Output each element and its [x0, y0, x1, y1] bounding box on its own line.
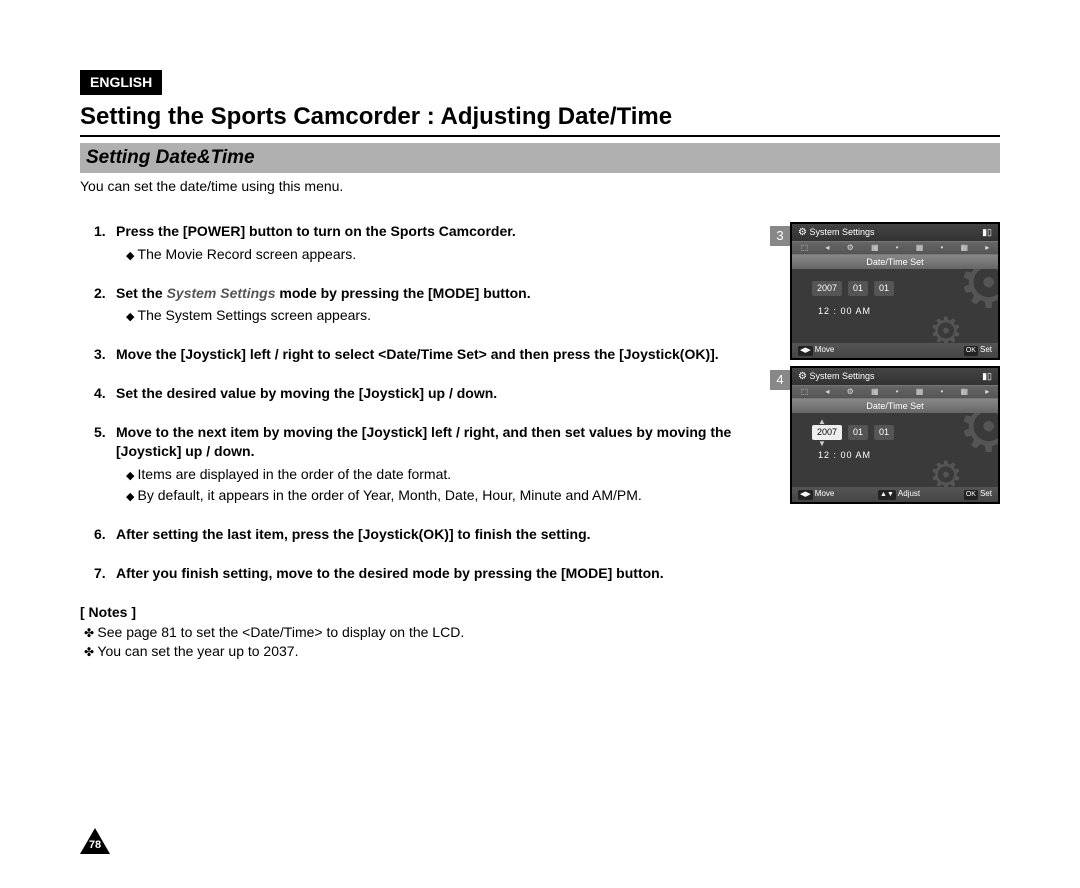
step-1: Press the [POWER] button to turn on the …	[98, 222, 758, 264]
time-value: 12 : 00 AM	[818, 305, 871, 317]
page-title: Setting the Sports Camcorder : Adjusting…	[80, 101, 1000, 137]
day-value: 01	[874, 425, 894, 439]
gears-bg-icon-2: ⚙	[929, 451, 963, 487]
step-4: Set the desired value by moving the [Joy…	[98, 384, 758, 403]
mode-icon-bar: ⬚◂⚙▦•▦•▦▸	[792, 385, 998, 399]
gear-icon: ⚙	[798, 371, 807, 382]
screenshot-4: ⚙ System Settings ▮▯ ⬚◂⚙▦•▦•▦▸ Date/Time…	[790, 366, 1000, 504]
section-label: Date/Time Set	[792, 255, 998, 269]
step-6: After setting the last item, press the […	[98, 525, 758, 544]
intro-text: You can set the date/time using this men…	[80, 177, 1000, 196]
gears-bg-icon: ⚙	[957, 269, 998, 308]
year-value: 2007	[812, 281, 842, 295]
step-2: Set the System Settings mode by pressing…	[98, 284, 758, 326]
steps-list: Press the [POWER] button to turn on the …	[80, 222, 758, 583]
page-number-badge: 78	[80, 828, 110, 854]
note-1: See page 81 to set the <Date/Time> to di…	[84, 623, 758, 642]
step-5-sub-1: Items are displayed in the order of the …	[126, 465, 758, 484]
step-2-sub: The System Settings screen appears.	[126, 306, 758, 325]
language-badge: ENGLISH	[80, 70, 162, 95]
battery-icon: ▮▯	[982, 370, 992, 382]
screenshot-3: ⚙ System Settings ▮▯ ⬚◂⚙▦•▦•▦▸ Date/Time…	[790, 222, 1000, 360]
notes-list: See page 81 to set the <Date/Time> to di…	[80, 623, 758, 661]
battery-icon: ▮▯	[982, 226, 992, 238]
step-3: Move the [Joystick] left / right to sele…	[98, 345, 758, 364]
gear-icon: ⚙	[798, 227, 807, 238]
gears-bg-icon: ⚙	[957, 413, 998, 452]
step-5-sub-2: By default, it appears in the order of Y…	[126, 486, 758, 505]
screenshot-3-number: 3	[770, 226, 790, 246]
screenshot-4-number: 4	[770, 370, 790, 390]
gears-bg-icon-2: ⚙	[929, 307, 963, 343]
step-1-sub: The Movie Record screen appears.	[126, 245, 758, 264]
day-value: 01	[874, 281, 894, 295]
step-7: After you finish setting, move to the de…	[98, 564, 758, 583]
step-5: Move to the next item by moving the [Joy…	[98, 423, 758, 505]
mode-icon-bar: ⬚◂⚙▦•▦•▦▸	[792, 241, 998, 255]
subtitle: Setting Date&Time	[80, 143, 1000, 173]
time-value: 12 : 00 AM	[818, 449, 871, 461]
section-label: Date/Time Set	[792, 399, 998, 413]
month-value: 01	[848, 425, 868, 439]
month-value: 01	[848, 281, 868, 295]
year-value-highlighted: 2007	[812, 425, 842, 439]
note-2: You can set the year up to 2037.	[84, 642, 758, 661]
notes-header: [ Notes ]	[80, 603, 758, 622]
screenshots-column: 3 ⚙ System Settings ▮▯ ⬚◂⚙▦•▦•▦▸ Date/Ti…	[770, 222, 1000, 510]
